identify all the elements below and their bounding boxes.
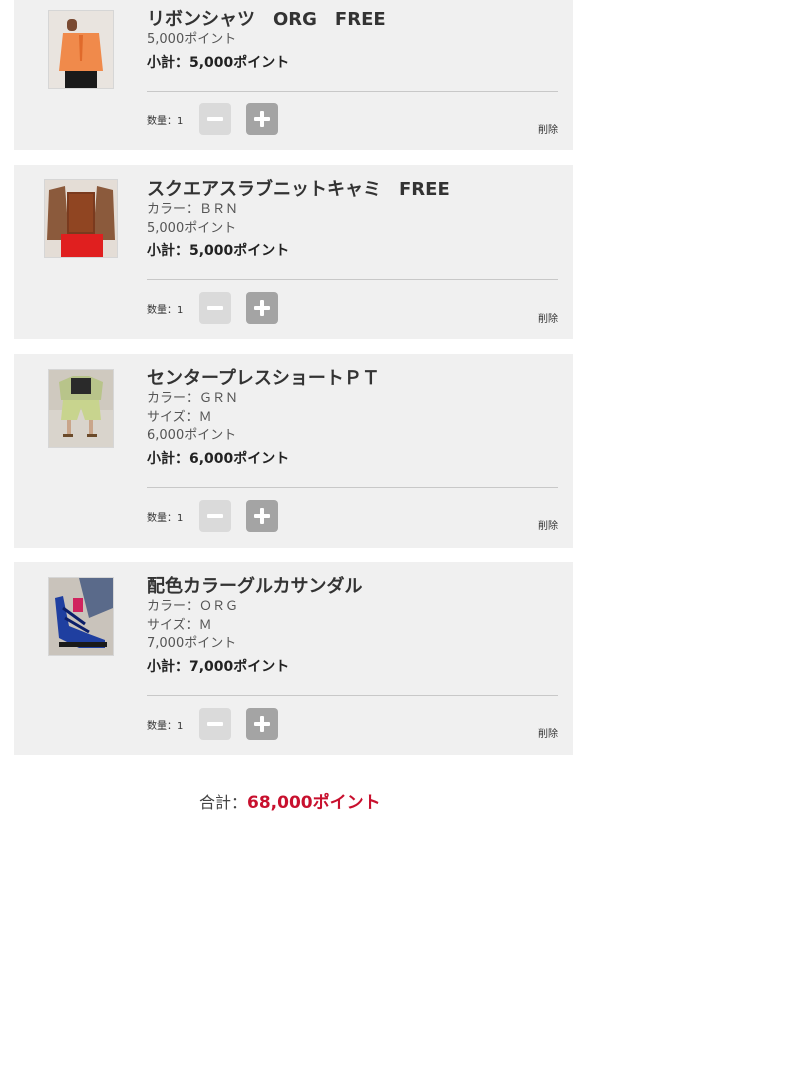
divider	[147, 695, 558, 696]
minus-icon	[207, 722, 223, 726]
divider	[147, 487, 558, 488]
delete-link[interactable]: 削除	[538, 310, 558, 325]
product-image-knit-cami[interactable]	[44, 179, 118, 258]
item-title: 配色カラーグルカサンダル	[147, 576, 363, 597]
item-price: 5,000ポイント	[147, 32, 237, 47]
quantity-label: 数量：1	[147, 116, 184, 127]
increase-quantity-button[interactable]	[246, 103, 278, 135]
decrease-quantity-button[interactable]	[199, 103, 231, 135]
item-color: カラー：ＢＲＮ	[147, 202, 239, 217]
product-image-ribbon-shirt[interactable]	[48, 10, 114, 89]
item-price: 7,000ポイント	[147, 636, 237, 651]
increase-quantity-button[interactable]	[246, 292, 278, 324]
item-title: センタープレスショートＰＴ	[147, 368, 380, 389]
minus-icon	[207, 117, 223, 121]
item-title: スクエアスラブニットキャミ FREE	[147, 179, 450, 200]
quantity-label: 数量：1	[147, 721, 184, 732]
cart-item: 配色カラーグルカサンダル カラー：ＯＲＧ サイズ：Ｍ 7,000ポイント 小計：…	[14, 562, 573, 755]
item-subtotal: 小計：5,000ポイント	[147, 243, 290, 259]
item-price: 6,000ポイント	[147, 428, 237, 443]
quantity-label: 数量：1	[147, 513, 184, 524]
decrease-quantity-button[interactable]	[199, 708, 231, 740]
divider	[147, 279, 558, 280]
quantity-label: 数量：1	[147, 305, 184, 316]
cart-item: センタープレスショートＰＴ カラー：ＧＲＮ サイズ：Ｍ 6,000ポイント 小計…	[14, 354, 573, 548]
total-value: 68,000ポイント	[247, 793, 381, 813]
delete-link[interactable]: 削除	[538, 517, 558, 532]
item-size: サイズ：Ｍ	[147, 617, 212, 633]
minus-icon	[207, 306, 223, 310]
item-subtotal: 小計：5,000ポイント	[147, 54, 290, 71]
item-color: カラー：ＧＲＮ	[147, 391, 239, 406]
item-price: 5,000ポイント	[147, 220, 237, 236]
delete-link[interactable]: 削除	[538, 121, 558, 136]
increase-quantity-button[interactable]	[246, 500, 278, 532]
total-label: 合計：	[199, 793, 248, 812]
cart-total: 合計：68,000ポイント	[199, 788, 381, 813]
item-subtotal: 小計：6,000ポイント	[147, 450, 290, 467]
item-subtotal: 小計：7,000ポイント	[147, 658, 290, 675]
item-title: リボンシャツ ORG FREE	[147, 9, 386, 30]
item-size: サイズ：Ｍ	[147, 409, 212, 425]
increase-quantity-button[interactable]	[246, 708, 278, 740]
cart-item: リボンシャツ ORG FREE 5,000ポイント 小計：5,000ポイント 数…	[14, 0, 573, 150]
divider	[147, 91, 558, 92]
decrease-quantity-button[interactable]	[199, 500, 231, 532]
delete-link[interactable]: 削除	[538, 725, 558, 740]
decrease-quantity-button[interactable]	[199, 292, 231, 324]
product-image-gurkha-sandal[interactable]	[48, 577, 114, 656]
product-image-center-press-shorts[interactable]	[48, 369, 114, 448]
cart-item: スクエアスラブニットキャミ FREE カラー：ＢＲＮ 5,000ポイント 小計：…	[14, 165, 573, 339]
item-color: カラー：ＯＲＧ	[147, 599, 239, 614]
minus-icon	[207, 514, 223, 518]
